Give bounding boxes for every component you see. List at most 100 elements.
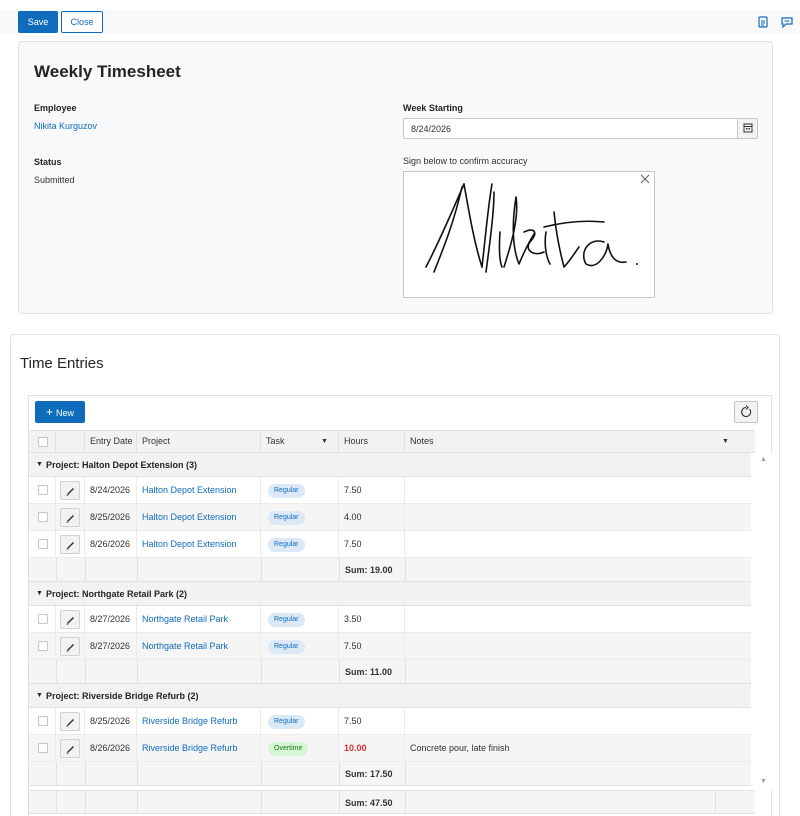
grand-total-sum: Sum: 47.50 [345, 798, 393, 808]
table-row[interactable]: 8/26/2026 Riverside Bridge Refurb Overtime… [29, 735, 751, 762]
row-checkbox[interactable] [38, 485, 48, 495]
entry-date-cell: 8/27/2026 [85, 633, 137, 660]
signature-pad[interactable] [403, 171, 655, 298]
table-row[interactable]: 8/25/2026 Riverside Bridge Refurb Regular 7… [29, 708, 751, 735]
time-entries-grid: + New Entry Date Project Task ▼ Hours Note… [28, 395, 772, 816]
group-label: Project: Halton Depot Extension (3) [46, 460, 198, 470]
week-starting-input[interactable]: 8/24/2026 [403, 118, 758, 139]
group-label: Project: Northgate Retail Park (2) [46, 589, 188, 599]
col-task-label: Task [266, 436, 285, 446]
notes-cell [405, 504, 751, 531]
time-entries-card: Time Entries + New Entry Date Project Tas… [10, 334, 780, 816]
table-row[interactable]: 8/24/2026 Halton Depot Extension Regular 7.… [29, 477, 751, 504]
col-task[interactable]: Task ▼ [261, 431, 339, 452]
column-header-row: Entry Date Project Task ▼ Hours Notes ▼ [29, 430, 755, 453]
entry-date-cell: 8/27/2026 [85, 606, 137, 633]
project-link[interactable]: Northgate Retail Park [137, 633, 261, 660]
table-row[interactable]: 8/27/2026 Northgate Retail Park Regular 3.5… [29, 606, 751, 633]
edit-pencil-icon[interactable] [60, 610, 80, 629]
edit-pencil-icon[interactable] [60, 481, 80, 500]
task-badge: Regular [268, 612, 305, 627]
row-checkbox[interactable] [38, 614, 48, 624]
group-sum-row: Sum: 17.50 [29, 762, 751, 786]
row-checkbox[interactable] [38, 539, 48, 549]
project-link[interactable]: Halton Depot Extension [137, 477, 261, 504]
calendar-icon[interactable] [737, 119, 757, 138]
entry-date-cell: 8/25/2026 [85, 708, 137, 735]
notes-cell [405, 606, 751, 633]
row-select-cell [29, 735, 56, 762]
grand-total-row: Sum: 47.50 [29, 790, 755, 814]
group-label: Project: Riverside Bridge Refurb (2) [46, 691, 199, 701]
comment-icon[interactable] [780, 15, 794, 29]
project-link[interactable]: Riverside Bridge Refurb [137, 735, 261, 762]
select-all-checkbox[interactable] [38, 437, 48, 447]
task-cell: Overtime [261, 735, 339, 762]
edit-pencil-icon[interactable] [60, 508, 80, 527]
row-edit-cell [56, 735, 85, 762]
save-button[interactable]: Save [18, 11, 58, 33]
filter-icon[interactable]: ▼ [722, 431, 729, 452]
col-hours[interactable]: Hours [339, 431, 405, 452]
col-notes-label: Notes [410, 436, 434, 446]
task-cell: Regular [261, 477, 339, 504]
employee-label: Employee [34, 103, 77, 113]
table-row[interactable]: 8/26/2026 Halton Depot Extension Regular 7.… [29, 531, 751, 558]
edit-pencil-icon[interactable] [60, 637, 80, 656]
signature-hint: Sign below to confirm accuracy [403, 156, 528, 166]
row-select-cell [29, 504, 56, 531]
edit-pencil-icon[interactable] [60, 739, 80, 758]
row-edit-cell [56, 531, 85, 558]
project-link[interactable]: Riverside Bridge Refurb [137, 708, 261, 735]
signature-drawing [425, 183, 638, 273]
row-checkbox[interactable] [38, 512, 48, 522]
hours-cell: 7.50 [339, 633, 405, 660]
project-link[interactable]: Halton Depot Extension [137, 531, 261, 558]
entry-date-cell: 8/26/2026 [85, 735, 137, 762]
employee-link[interactable]: Nikita Kurguzov [34, 121, 97, 131]
col-entry-date[interactable]: Entry Date [85, 431, 137, 452]
hours-cell: 7.50 [339, 477, 405, 504]
task-badge: Regular [268, 510, 305, 525]
select-all-cell [29, 431, 56, 452]
table-row[interactable]: 8/27/2026 Northgate Retail Park Regular 7.5… [29, 633, 751, 660]
close-button[interactable]: Close [61, 11, 103, 33]
row-edit-cell [56, 606, 85, 633]
refresh-button[interactable] [734, 401, 758, 423]
document-icon[interactable] [756, 15, 770, 29]
edit-pencil-icon[interactable] [60, 712, 80, 731]
scroll-up-icon[interactable]: ▲ [760, 456, 767, 463]
group-header[interactable]: ▼ Project: Riverside Bridge Refurb (2) [29, 684, 751, 708]
project-link[interactable]: Northgate Retail Park [137, 606, 261, 633]
row-select-cell [29, 606, 56, 633]
new-entry-button[interactable]: + New [35, 401, 85, 423]
vertical-scrollbar[interactable]: ▲ ▼ [755, 453, 772, 789]
scroll-down-icon[interactable]: ▼ [760, 778, 767, 785]
group-header[interactable]: ▼ Project: Halton Depot Extension (3) [29, 453, 751, 477]
collapse-caret-icon[interactable]: ▼ [36, 692, 43, 699]
row-checkbox[interactable] [38, 716, 48, 726]
edit-pencil-icon[interactable] [60, 535, 80, 554]
col-project[interactable]: Project [137, 431, 261, 452]
collapse-caret-icon[interactable]: ▼ [36, 461, 43, 468]
group-sum-row: Sum: 11.00 [29, 660, 751, 684]
project-link[interactable]: Halton Depot Extension [137, 504, 261, 531]
collapse-caret-icon[interactable]: ▼ [36, 590, 43, 597]
col-notes[interactable]: Notes ▼ [405, 431, 744, 452]
table-row[interactable]: 8/25/2026 Halton Depot Extension Regular 4.… [29, 504, 751, 531]
group-header[interactable]: ▼ Project: Northgate Retail Park (2) [29, 582, 751, 606]
task-cell: Regular [261, 708, 339, 735]
row-checkbox[interactable] [38, 641, 48, 651]
row-edit-cell [56, 504, 85, 531]
task-cell: Regular [261, 531, 339, 558]
command-bar: Save Close [0, 10, 800, 34]
row-checkbox[interactable] [38, 743, 48, 753]
hours-cell: 4.00 [339, 504, 405, 531]
entry-date-cell: 8/25/2026 [85, 504, 137, 531]
task-cell: Regular [261, 633, 339, 660]
task-badge: Regular [268, 714, 305, 729]
group-sum-row: Sum: 19.00 [29, 558, 751, 582]
filter-icon[interactable]: ▼ [321, 431, 328, 452]
section-title: Time Entries [20, 355, 104, 372]
notes-cell [405, 477, 751, 504]
